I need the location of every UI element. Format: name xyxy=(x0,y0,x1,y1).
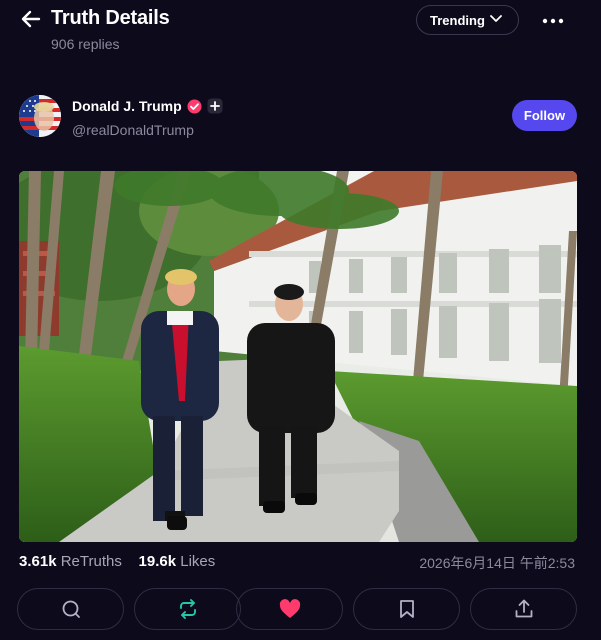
comment-icon xyxy=(62,600,80,618)
retruths-count[interactable]: 3.61k xyxy=(19,553,57,570)
retruth-icon xyxy=(179,599,196,619)
author-row: Donald J. Trump @realDonaldTrump Follow xyxy=(19,95,579,140)
share-button[interactable] xyxy=(470,588,577,630)
like-button[interactable] xyxy=(236,588,343,630)
heart-icon xyxy=(279,599,300,618)
reply-button[interactable] xyxy=(17,588,124,630)
page-header: Truth Details 906 replies Trending xyxy=(0,0,601,60)
post-image[interactable] xyxy=(19,171,577,542)
chevron-down-icon xyxy=(490,15,502,22)
reply-count: 906 replies xyxy=(51,36,120,52)
more-icon[interactable] xyxy=(542,10,564,30)
bookmark-button[interactable] xyxy=(353,588,460,630)
bookmark-icon xyxy=(399,600,414,618)
sort-label: Trending xyxy=(430,12,485,28)
post-timestamp: 2026年6月14日 午前2:53 xyxy=(419,555,575,571)
share-icon xyxy=(515,599,532,618)
retruths-label[interactable]: ReTruths xyxy=(61,553,122,570)
author-name[interactable]: Donald J. Trump xyxy=(72,98,182,114)
avatar[interactable] xyxy=(19,95,61,137)
retruth-button[interactable] xyxy=(134,588,241,630)
post-stats: 3.61k ReTruths 19.6k Likes 2026年6月14日 午前… xyxy=(19,553,579,573)
follow-button[interactable]: Follow xyxy=(512,100,577,131)
author-handle[interactable]: @realDonaldTrump xyxy=(72,122,194,138)
action-bar xyxy=(17,588,582,632)
likes-count[interactable]: 19.6k xyxy=(139,553,177,570)
likes-label[interactable]: Likes xyxy=(180,553,215,570)
page-title: Truth Details xyxy=(51,7,170,29)
author-name-row: Donald J. Trump xyxy=(72,98,223,114)
back-arrow-icon[interactable] xyxy=(20,8,42,30)
plus-icon xyxy=(207,98,223,114)
verified-icon xyxy=(187,99,202,113)
sort-dropdown[interactable]: Trending xyxy=(416,5,519,35)
